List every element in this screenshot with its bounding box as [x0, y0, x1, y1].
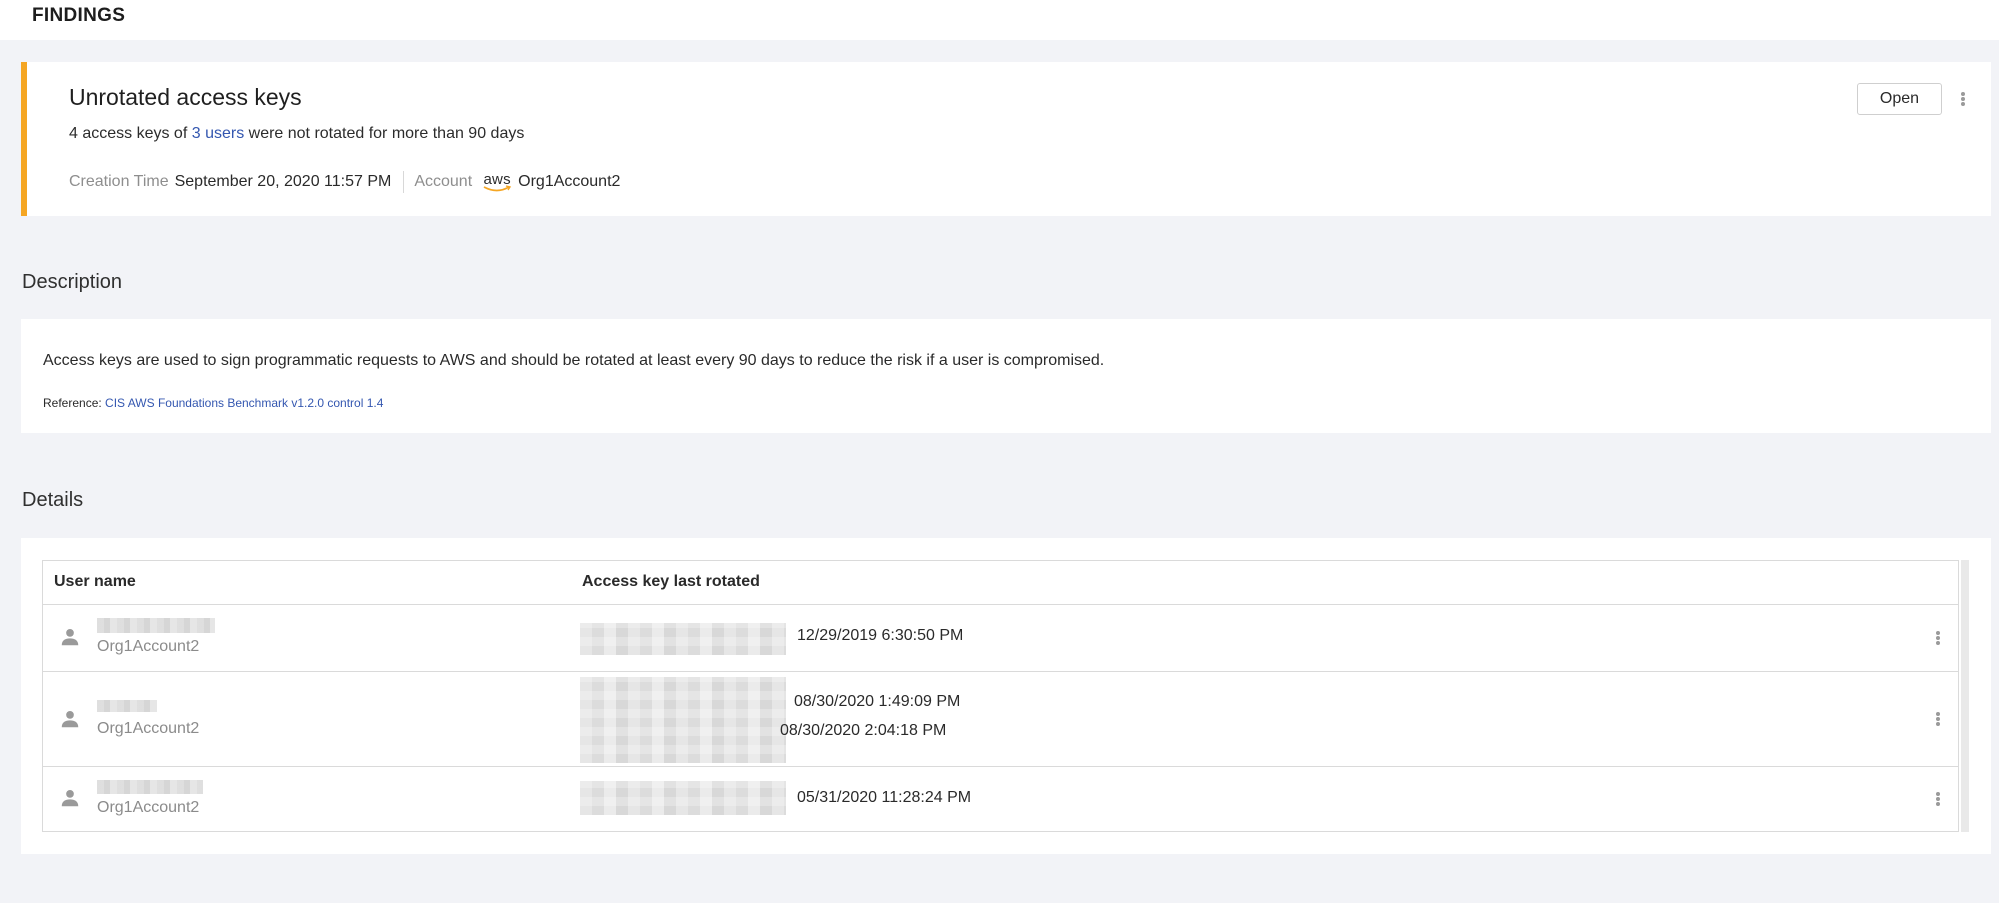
aws-smile-icon — [483, 184, 512, 191]
account-label: Account — [414, 173, 473, 190]
redacted-username — [97, 618, 215, 633]
row-account: Org1Account2 — [97, 638, 200, 655]
table-row[interactable]: Org1Account2 12/29/2019 6:30:50 PM — [43, 605, 1958, 672]
redacted-access-key — [580, 781, 786, 815]
details-card: User name Access key last rotated Org1Ac… — [21, 538, 1991, 854]
finding-more-icon[interactable] — [1955, 89, 1971, 109]
description-text: Access keys are used to sign programmati… — [43, 352, 1105, 369]
row-more-icon[interactable] — [1930, 628, 1946, 648]
table-scrollbar[interactable] — [1961, 560, 1969, 832]
description-reference: Reference: CIS AWS Foundations Benchmark… — [43, 396, 383, 410]
reference-label: Reference: — [43, 396, 106, 410]
rotated-time: 05/31/2020 11:28:24 PM — [797, 789, 972, 806]
row-more-icon[interactable] — [1930, 709, 1946, 729]
details-heading: Details — [22, 489, 84, 511]
reference-link[interactable]: CIS AWS Foundations Benchmark v1.2.0 con… — [105, 396, 383, 410]
finding-title: Unrotated access keys — [69, 84, 302, 110]
rotated-time: 08/30/2020 2:04:18 PM — [780, 722, 947, 739]
rotated-time: 08/30/2020 1:49:09 PM — [794, 693, 961, 710]
redacted-username — [97, 780, 203, 794]
table-header: User name Access key last rotated — [43, 561, 1958, 605]
user-icon — [61, 629, 79, 646]
page-title: FINDINGS — [32, 5, 126, 26]
account-value: Org1Account2 — [518, 173, 621, 190]
row-more-icon[interactable] — [1930, 789, 1946, 809]
column-header-user-name[interactable]: User name — [54, 573, 136, 591]
column-header-access-key-rotated[interactable]: Access key last rotated — [582, 573, 760, 591]
redacted-access-key — [580, 623, 786, 655]
table-row[interactable]: Org1Account2 05/31/2020 11:28:24 PM — [43, 767, 1958, 833]
row-account: Org1Account2 — [97, 799, 200, 816]
redacted-access-key — [580, 677, 786, 763]
meta-divider — [403, 171, 405, 193]
summary-suffix: were not rotated for more than 90 days — [244, 125, 525, 142]
creation-time-label: Creation Time — [69, 173, 169, 190]
row-account: Org1Account2 — [97, 720, 200, 737]
creation-time-value: September 20, 2020 11:57 PM — [174, 173, 392, 190]
summary-prefix: 4 access keys of — [69, 125, 192, 142]
table-row[interactable]: Org1Account2 08/30/2020 1:49:09 PM 08/30… — [43, 672, 1958, 767]
finding-card: Unrotated access keys 4 access keys of 3… — [21, 62, 1991, 216]
finding-summary: 4 access keys of 3 users were not rotate… — [69, 125, 524, 143]
description-heading: Description — [22, 271, 123, 293]
redacted-username — [97, 700, 157, 712]
user-icon — [61, 790, 79, 807]
users-link[interactable]: 3 users — [192, 125, 244, 142]
finding-meta: Creation Time September 20, 2020 11:57 P… — [69, 170, 620, 194]
description-card: Access keys are used to sign programmati… — [21, 319, 1991, 433]
details-table: User name Access key last rotated Org1Ac… — [42, 560, 1959, 832]
top-bar: FINDINGS — [0, 0, 1999, 40]
aws-logo-icon: aws — [482, 172, 512, 193]
rotated-time: 12/29/2019 6:30:50 PM — [797, 627, 964, 644]
user-icon — [61, 711, 79, 728]
status-open-button[interactable]: Open — [1857, 83, 1942, 115]
